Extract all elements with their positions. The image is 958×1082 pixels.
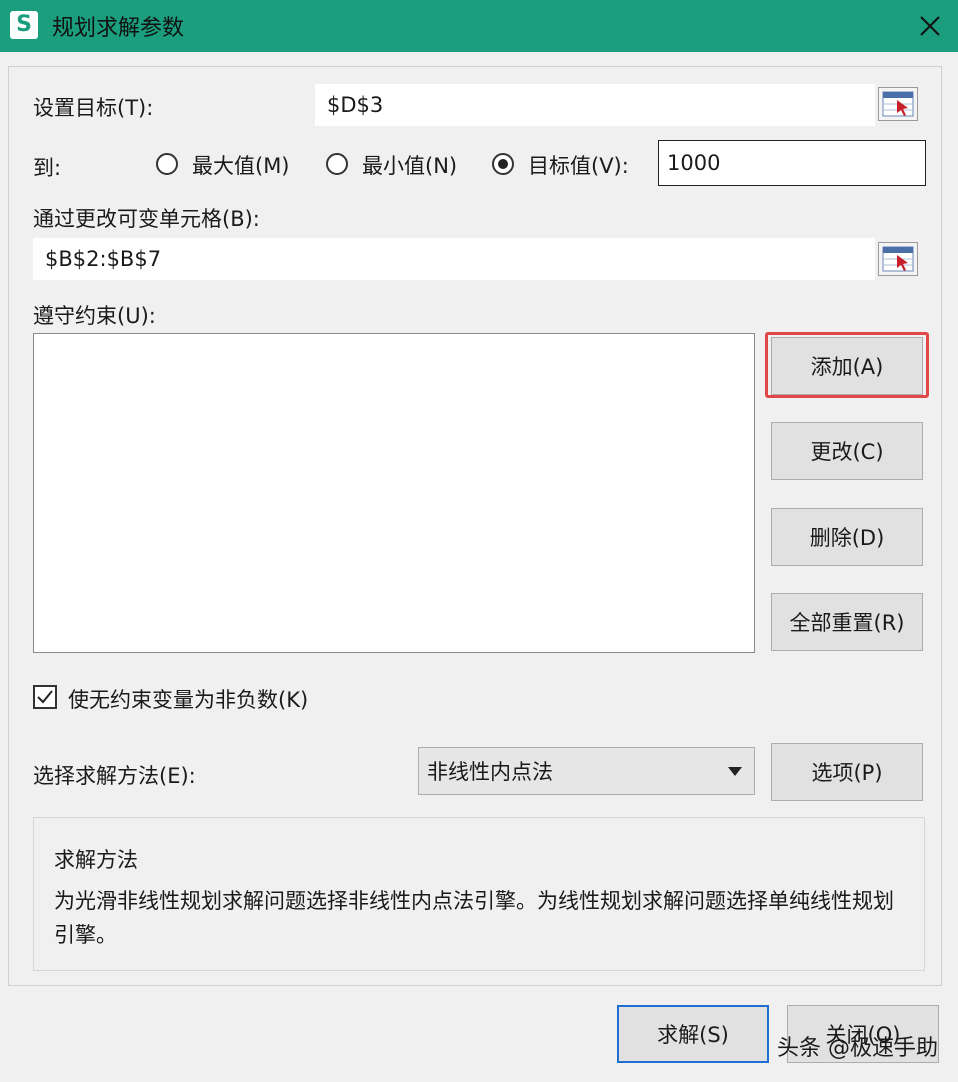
objective-input[interactable]: $D$3 bbox=[315, 84, 875, 126]
nonnegative-checkbox[interactable] bbox=[33, 685, 57, 709]
close-icon bbox=[920, 16, 940, 36]
change-constraint-button[interactable]: 更改(C) bbox=[771, 422, 923, 480]
min-radio[interactable] bbox=[326, 153, 348, 175]
method-info-title: 求解方法 bbox=[54, 848, 138, 872]
target-value-radio[interactable] bbox=[492, 153, 514, 175]
changing-cells-label: 通过更改可变单元格(B): bbox=[33, 207, 260, 231]
close-window-button[interactable] bbox=[908, 4, 952, 48]
app-logo-icon: S bbox=[10, 11, 38, 39]
method-info-description: 为光滑非线性规划求解问题选择非线性内点法引擎。为线性规划求解问题选择单纯线性规划… bbox=[54, 889, 894, 947]
checkmark-icon bbox=[37, 690, 53, 704]
changing-cells-ref-button[interactable] bbox=[878, 242, 918, 276]
method-select[interactable]: 非线性内点法 bbox=[418, 747, 755, 795]
constraints-label: 遵守约束(U): bbox=[33, 304, 156, 328]
add-constraint-button[interactable]: 添加(A) bbox=[771, 337, 923, 395]
max-radio[interactable] bbox=[156, 153, 178, 175]
watermark: 头条 @极速手助 bbox=[777, 1036, 938, 1061]
to-label: 到: bbox=[33, 156, 62, 180]
reset-all-button[interactable]: 全部重置(R) bbox=[771, 593, 923, 651]
dropdown-arrow-icon bbox=[728, 767, 742, 776]
objective-label: 设置目标(T): bbox=[33, 96, 154, 120]
method-info-group: 求解方法 为光滑非线性规划求解问题选择非线性内点法引擎。为线性规划求解问题选择单… bbox=[33, 817, 925, 971]
title-bar: S 规划求解参数 bbox=[0, 0, 958, 52]
method-select-value: 非线性内点法 bbox=[427, 760, 553, 784]
max-radio-label[interactable]: 最大值(M) bbox=[192, 150, 290, 180]
method-label: 选择求解方法(E): bbox=[33, 764, 196, 788]
nonnegative-label[interactable]: 使无约束变量为非负数(K) bbox=[68, 684, 308, 714]
cell-reference-icon bbox=[882, 91, 914, 117]
delete-constraint-button[interactable]: 删除(D) bbox=[771, 508, 923, 566]
cell-reference-icon bbox=[882, 246, 914, 272]
solve-button[interactable]: 求解(S) bbox=[617, 1005, 769, 1063]
window-title: 规划求解参数 bbox=[52, 16, 185, 41]
target-value-input[interactable]: 1000 bbox=[658, 140, 926, 186]
objective-ref-button[interactable] bbox=[878, 87, 918, 121]
min-radio-label[interactable]: 最小值(N) bbox=[362, 150, 457, 180]
constraints-list[interactable] bbox=[33, 333, 755, 653]
target-value-radio-label[interactable]: 目标值(V): bbox=[528, 150, 629, 180]
changing-cells-input[interactable]: $B$2:$B$7 bbox=[33, 238, 875, 280]
options-button[interactable]: 选项(P) bbox=[771, 743, 923, 801]
